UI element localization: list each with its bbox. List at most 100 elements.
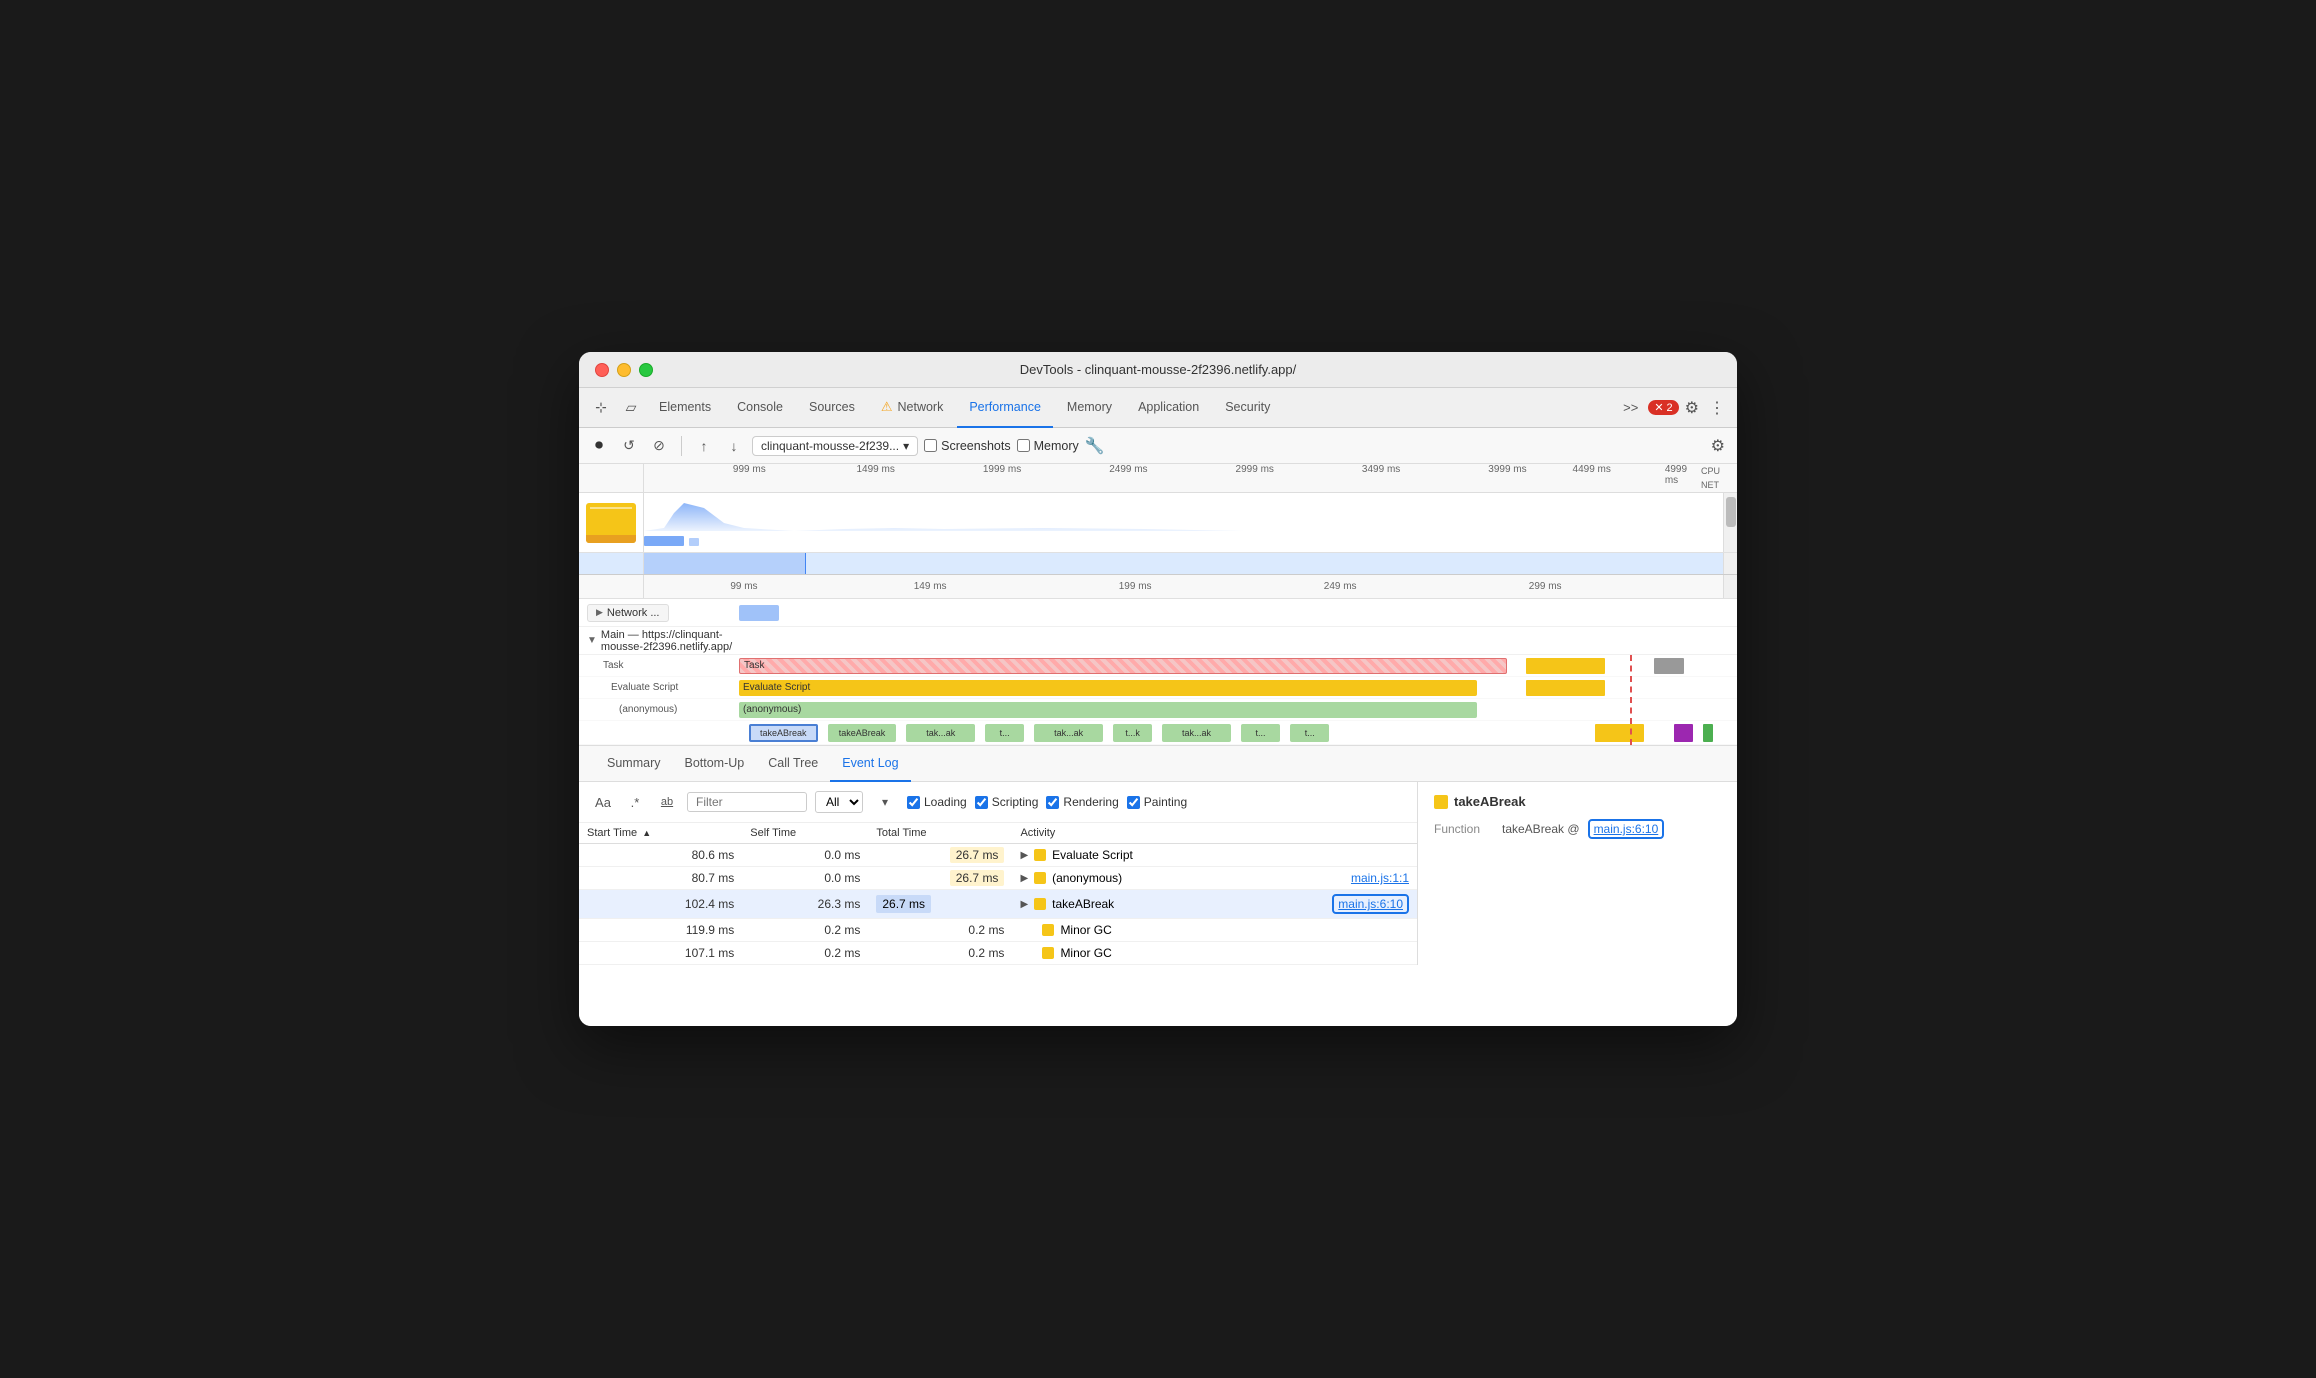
screenshots-checkbox[interactable] [924,439,937,452]
main-section: ▼ Main — https://clinquant-mousse-2f2396… [579,627,1737,655]
tab-memory[interactable]: Memory [1055,388,1124,428]
fn-bar-1[interactable]: takeABreak [828,724,897,742]
dropdown-arrow-icon[interactable]: ▾ [871,788,899,816]
memory-checkbox[interactable] [1017,439,1030,452]
tab-network[interactable]: ⚠ Network [869,388,956,428]
device-icon[interactable]: ▱ [617,394,645,422]
cpu-net-chart-area[interactable] [579,493,1737,553]
tab-bottom-up[interactable]: Bottom-Up [672,746,756,782]
more-tabs-button[interactable]: >> [1615,396,1646,419]
type-filter-select[interactable]: All [815,791,863,813]
painting-checkbox[interactable] [1127,796,1140,809]
tab-sources[interactable]: Sources [797,388,867,428]
source-link-circled[interactable]: main.js:6:10 [1332,894,1409,914]
col-self-time[interactable]: Self Time [742,823,868,844]
inspect-icon[interactable]: ⊹ [587,394,615,422]
network-pill[interactable]: ▶ Network ... [587,604,669,622]
expand-icon[interactable]: ▶ [1020,899,1028,910]
fn-bar-yellow [1595,724,1644,742]
throttle-icon[interactable]: 🔧 [1085,436,1105,456]
regex-button[interactable]: .* [623,790,647,814]
col-activity[interactable]: Activity [1012,823,1417,844]
function-row: Function takeABreak @ main.js:6:10 [1434,819,1721,839]
tab-console[interactable]: Console [725,388,795,428]
rendering-checkbox-label[interactable]: Rendering [1046,795,1118,809]
table-row[interactable]: 80.6 ms 0.0 ms 26.7 ms ▶ Evaluate Script [579,844,1417,867]
upload-button[interactable]: ↑ [692,434,716,458]
timeline-scrollbar[interactable] [1723,493,1737,552]
tab-security[interactable]: Security [1213,388,1282,428]
function-link[interactable]: main.js:6:10 [1588,819,1665,839]
filter-input[interactable] [687,792,807,812]
tab-elements[interactable]: Elements [647,388,723,428]
clear-button[interactable]: ⊘ [647,434,671,458]
loading-checkbox[interactable] [907,796,920,809]
url-dropdown[interactable]: clinquant-mousse-2f239... ▾ [752,436,918,456]
total-time-cell: 26.7 ms [868,890,1012,919]
screenshots-checkbox-label[interactable]: Screenshots [924,439,1010,453]
tab-summary[interactable]: Summary [595,746,672,782]
fn-bar-2[interactable]: tak...ak [906,724,975,742]
ruler-indent [579,464,644,492]
settings-icon[interactable]: ⚙ [1681,394,1703,422]
left-panel: Aa .* ab All ▾ Loading Scripting [579,782,1417,965]
fn-bar-4[interactable]: tak...ak [1034,724,1103,742]
reload-button[interactable]: ↺ [617,434,641,458]
selection-area[interactable] [644,553,1723,574]
expand-icon[interactable]: ▶ [1020,850,1028,861]
ruler2-249ms: 249 ms [1324,581,1357,592]
network-row: ▶ Network ... [579,599,1737,627]
painting-checkbox-label[interactable]: Painting [1127,795,1187,809]
takeabreak-selected-bar[interactable]: takeABreak [749,724,818,742]
download-button[interactable]: ↓ [722,434,746,458]
ruler2-scrollbar[interactable] [1723,575,1737,598]
expand-icon[interactable]: ▶ [1020,873,1028,884]
scrollbar-thumb[interactable] [1726,497,1736,527]
scripting-checkbox-label[interactable]: Scripting [975,795,1039,809]
activity-icon [1042,947,1054,959]
ruler-label-2999: 2999 ms [1236,464,1274,475]
table-row[interactable]: 107.1 ms 0.2 ms 0.2 ms Minor GC [579,942,1417,965]
table-row[interactable]: 80.7 ms 0.0 ms 26.7 ms ▶ (anonymous) [579,867,1417,890]
loading-checkbox-label[interactable]: Loading [907,795,967,809]
table-row[interactable]: 119.9 ms 0.2 ms 0.2 ms Minor GC [579,919,1417,942]
task-row: Task Task [579,655,1737,677]
case-sensitive-button[interactable]: ab [655,790,679,814]
fn-bar-8[interactable]: t... [1290,724,1329,742]
record-button[interactable]: ⏺ [587,434,611,458]
col-total-time[interactable]: Total Time [868,823,1012,844]
more-icon[interactable]: ⋮ [1705,394,1729,422]
maximize-button[interactable] [639,363,653,377]
fn-bar-3[interactable]: t... [985,724,1024,742]
fn-bar-5[interactable]: t...k [1113,724,1152,742]
perf-settings-icon[interactable]: ⚙ [1707,432,1729,460]
tab-call-tree[interactable]: Call Tree [756,746,830,782]
minimize-button[interactable] [617,363,631,377]
close-button[interactable] [595,363,609,377]
fn-bar-7[interactable]: t... [1241,724,1280,742]
selection-bar[interactable] [579,553,1737,575]
fn-bar-6[interactable]: tak...ak [1162,724,1231,742]
task-label: Task [579,660,739,671]
col-start-time[interactable]: Start Time ▲ [579,823,742,844]
anon-row: (anonymous) (anonymous) [579,699,1737,721]
tab-performance[interactable]: Performance [957,388,1053,428]
self-time-cell: 0.2 ms [742,942,868,965]
ruler-label-1499: 1499 ms [856,464,894,475]
table-row[interactable]: 102.4 ms 26.3 ms 26.7 ms ▶ takeABreak [579,890,1417,919]
tab-event-log[interactable]: Event Log [830,746,910,782]
memory-checkbox-label[interactable]: Memory [1017,439,1079,453]
source-link[interactable]: main.js:1:1 [1351,871,1409,885]
devtools-window: DevTools - clinquant-mousse-2f2396.netli… [579,352,1737,1026]
tab-application[interactable]: Application [1126,388,1211,428]
event-log-table: Start Time ▲ Self Time Total Time Activi… [579,823,1417,965]
ruler2-299ms: 299 ms [1529,581,1562,592]
scripting-checkbox[interactable] [975,796,988,809]
bottom-panel: Summary Bottom-Up Call Tree Event Log Aa… [579,746,1737,1026]
self-time-cell: 0.2 ms [742,919,868,942]
rendering-checkbox[interactable] [1046,796,1059,809]
anon-bar: (anonymous) [739,702,1477,718]
task-bar-gray [1654,658,1684,674]
selection-scrollbar[interactable] [1723,553,1737,574]
font-size-button[interactable]: Aa [591,790,615,814]
